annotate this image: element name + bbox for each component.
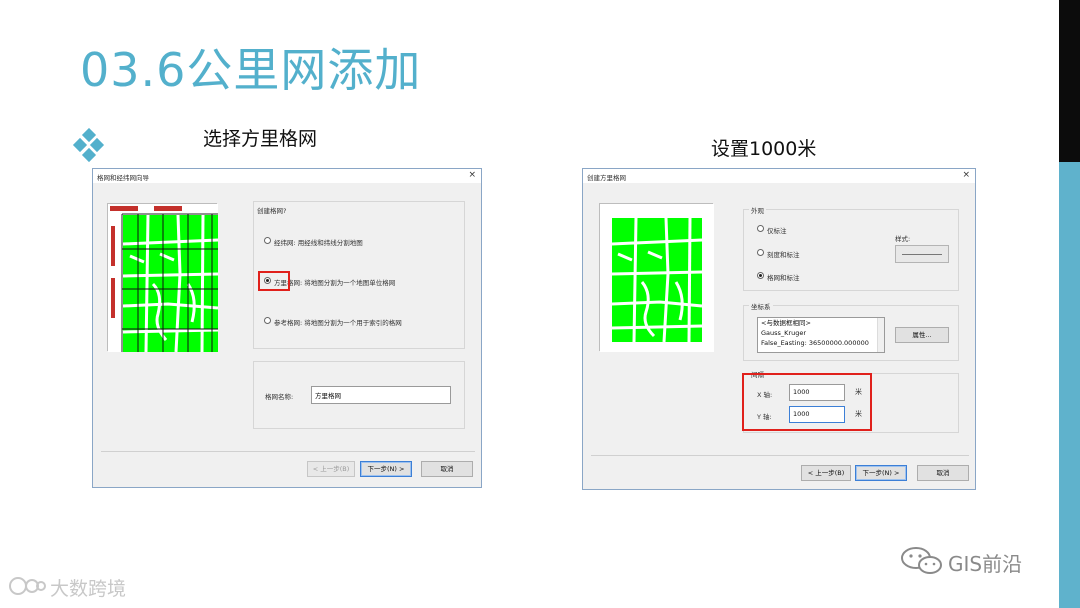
back-button[interactable]: < 上一步(B) (307, 461, 355, 477)
scrollbar[interactable] (877, 318, 884, 352)
grid-type-label: 创建格网? (257, 207, 287, 215)
grid-wizard-dialog: 格网和经纬网向导 × 创建格网? 经纬网: 用经线和纬线分割地图 方里格网: 将… (92, 168, 482, 488)
decor-band-top (1059, 0, 1080, 162)
radio-reference-grid-label: 参考格网: 将地图分割为一个用于索引的格网 (274, 319, 402, 327)
radio-graticule[interactable] (264, 237, 271, 244)
watermark-left: 大数跨境 (50, 578, 127, 600)
coordinate-system-list[interactable]: <与数据框相同> Gauss_Kruger False_Easting: 365… (757, 317, 885, 353)
close-icon[interactable]: × (962, 170, 970, 180)
highlight-box (742, 373, 872, 431)
watermark-right: GIS前沿 (948, 552, 1023, 576)
map-preview-icon (600, 204, 714, 352)
radio-grid-labels[interactable] (757, 272, 764, 279)
close-icon[interactable]: × (468, 170, 476, 180)
source-logo-icon (9, 577, 46, 595)
radio-reference-grid[interactable] (264, 317, 271, 324)
next-button[interactable]: 下一步(N) > (855, 465, 907, 481)
grid-name-label: 格网名称: (265, 393, 294, 401)
decor-band-bottom (1059, 162, 1080, 608)
list-item: False_Easting: 36500000.000000 (761, 339, 869, 347)
caption-right: 设置1000米 (711, 138, 817, 160)
highlight-box (258, 271, 290, 291)
button-separator (591, 455, 969, 456)
radio-labels-only[interactable] (757, 225, 764, 232)
cancel-button[interactable]: 取消 (421, 461, 473, 477)
back-button[interactable]: < 上一步(B) (801, 465, 851, 481)
dialog-title: 创建方里格网 (587, 174, 626, 182)
style-label: 样式: (895, 235, 911, 243)
dialog-title: 格网和经纬网向导 (97, 174, 149, 182)
next-button[interactable]: 下一步(N) > (360, 461, 412, 477)
dialog-titlebar: 创建方里格网 × (583, 169, 975, 183)
grid-name-input[interactable]: 方里格网 (311, 386, 451, 404)
button-separator (101, 451, 475, 452)
radio-labels-only-label: 仅标注 (767, 227, 787, 235)
create-grid-dialog: 创建方里格网 × 外观 仅标注 刻度和标注 格网和标注 样式: 坐标系 <与数据… (582, 168, 976, 490)
radio-ticks-labels[interactable] (757, 249, 764, 256)
preview-thumbnail (599, 203, 714, 352)
dialog-titlebar: 格网和经纬网向导 × (93, 169, 481, 183)
diamond-bullet-icon (72, 128, 105, 163)
radio-ticks-labels-label: 刻度和标注 (767, 251, 800, 259)
coordinate-system-label: 坐标系 (749, 301, 773, 311)
list-item: <与数据框相同> (761, 319, 811, 327)
list-item: Gauss_Kruger (761, 329, 807, 337)
radio-graticule-label: 经纬网: 用经线和纬线分割地图 (274, 239, 363, 247)
cancel-button[interactable]: 取消 (917, 465, 969, 481)
style-swatch[interactable] (895, 245, 949, 263)
caption-left: 选择方里格网 (203, 128, 318, 150)
map-preview-icon (108, 204, 219, 353)
radio-measured-grid-label: 方里格网: 将地图分割为一个地图单位格网 (274, 279, 396, 287)
appearance-label: 外观 (749, 205, 766, 215)
preview-thumbnail (107, 203, 219, 353)
slide-title: 03.6公里网添加 (80, 43, 422, 97)
radio-grid-labels-label: 格网和标注 (767, 274, 800, 282)
wechat-icon (901, 547, 942, 574)
properties-button[interactable]: 属性... (895, 327, 949, 343)
line-style-icon (902, 254, 942, 255)
